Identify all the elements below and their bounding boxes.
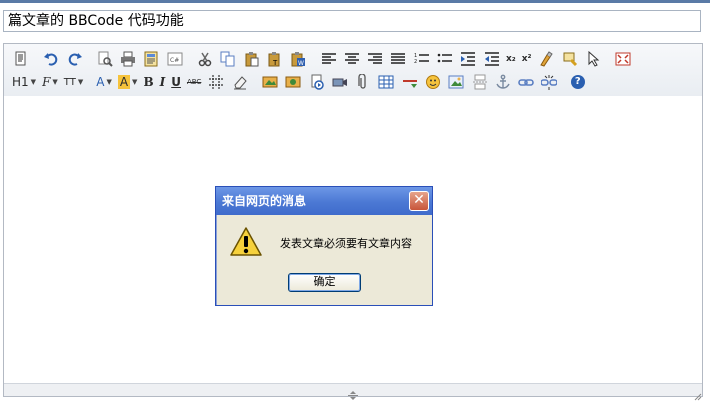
page-top-strip: [0, 0, 710, 3]
underline-button[interactable]: U: [171, 73, 181, 91]
help-button[interactable]: ?: [570, 73, 585, 91]
image-gallery-icon[interactable]: [447, 73, 465, 91]
link-icon[interactable]: [517, 73, 535, 91]
align-left-icon[interactable]: [320, 50, 338, 68]
strikethrough-button[interactable]: ABC: [187, 73, 201, 91]
template-icon[interactable]: [142, 50, 160, 68]
insert-media-icon[interactable]: [308, 73, 326, 91]
svg-text:2: 2: [414, 59, 417, 65]
paste-icon[interactable]: [243, 50, 261, 68]
clean-format-icon[interactable]: [537, 50, 555, 68]
bold-button[interactable]: B: [143, 73, 153, 91]
paste-word-icon[interactable]: W: [289, 50, 307, 68]
font-family-label: F: [42, 75, 51, 89]
insert-flash-icon[interactable]: [284, 73, 302, 91]
chevron-down-icon: ▼: [52, 78, 58, 86]
preview-icon[interactable]: [96, 50, 114, 68]
eraser-icon[interactable]: [231, 73, 249, 91]
italic-button[interactable]: I: [160, 73, 166, 91]
alert-dialog: 来自网页的消息 ✕ 发表文章必须要有文章内容 确定: [215, 186, 433, 306]
page-break-icon[interactable]: [471, 73, 489, 91]
chevron-down-icon: ▼: [132, 78, 138, 86]
paste-text-icon[interactable]: T: [266, 50, 284, 68]
cut-icon[interactable]: [196, 50, 214, 68]
dialog-close-button[interactable]: ✕: [409, 191, 429, 211]
highlight-color-dropdown[interactable]: A ▼: [117, 73, 138, 91]
ok-button[interactable]: 确定: [288, 273, 361, 292]
unlink-icon[interactable]: [540, 73, 558, 91]
dialog-title: 来自网页的消息: [216, 187, 432, 215]
subscript-button[interactable]: x₂: [506, 50, 516, 68]
numbered-list-icon[interactable]: 12: [413, 50, 431, 68]
code-icon[interactable]: C#: [166, 50, 184, 68]
bullet-list-icon[interactable]: [436, 50, 454, 68]
align-justify-icon[interactable]: [389, 50, 407, 68]
indent-icon[interactable]: [459, 50, 477, 68]
select-cursor-icon[interactable]: [584, 50, 602, 68]
align-right-icon[interactable]: [366, 50, 384, 68]
dialog-message: 发表文章必须要有文章内容: [280, 237, 412, 250]
toolbar-row-1: C# T W 12 x₂ x²: [12, 48, 638, 70]
font-color-label: A: [96, 75, 105, 89]
insert-video-icon[interactable]: [331, 73, 349, 91]
svg-text:W: W: [298, 60, 304, 67]
outdent-icon[interactable]: [483, 50, 501, 68]
print-icon[interactable]: [119, 50, 137, 68]
font-family-dropdown[interactable]: F ▼: [42, 73, 58, 91]
horizontal-rule-icon[interactable]: [401, 73, 419, 91]
warning-icon: [230, 227, 262, 257]
help-icon: ?: [570, 75, 585, 89]
format-painter-icon[interactable]: [561, 50, 579, 68]
redo-icon[interactable]: [66, 50, 84, 68]
resize-grip-icon[interactable]: [692, 386, 702, 401]
insert-table-icon[interactable]: [377, 73, 395, 91]
font-color-dropdown[interactable]: A ▼: [96, 73, 112, 91]
highlight-color-label: A: [117, 75, 131, 89]
resize-handle-icon[interactable]: [345, 385, 361, 400]
superscript-button[interactable]: x²: [522, 50, 532, 68]
svg-text:T: T: [272, 59, 278, 67]
emoticon-icon[interactable]: [424, 73, 442, 91]
heading-label: H1: [12, 75, 29, 89]
article-title-input[interactable]: 篇文章的 BBCode 代码功能: [3, 10, 701, 32]
editor-toolbar: C# T W 12 x₂ x² H1 ▼ F ▼ TT ▼ A ▼ A ▼ B …: [4, 44, 702, 97]
font-size-dropdown[interactable]: TT ▼: [64, 73, 83, 91]
fullscreen-icon[interactable]: [614, 50, 632, 68]
table-grid-icon[interactable]: [207, 73, 225, 91]
svg-text:C#: C#: [170, 57, 179, 64]
editor-statusbar: [4, 383, 702, 401]
chevron-down-icon: ▼: [106, 78, 112, 86]
insert-image-icon[interactable]: [261, 73, 279, 91]
toolbar-row-2: H1 ▼ F ▼ TT ▼ A ▼ A ▼ B I U ABC ?: [12, 71, 585, 93]
undo-icon[interactable]: [42, 50, 60, 68]
chevron-down-icon: ▼: [77, 78, 84, 86]
copy-icon[interactable]: [219, 50, 237, 68]
source-icon[interactable]: [12, 50, 30, 68]
font-size-label: TT: [63, 76, 76, 88]
align-center-icon[interactable]: [343, 50, 361, 68]
chevron-down-icon: ▼: [30, 78, 37, 86]
anchor-icon[interactable]: [494, 73, 512, 91]
heading-dropdown[interactable]: H1 ▼: [12, 73, 36, 91]
attachment-icon[interactable]: [354, 73, 372, 91]
